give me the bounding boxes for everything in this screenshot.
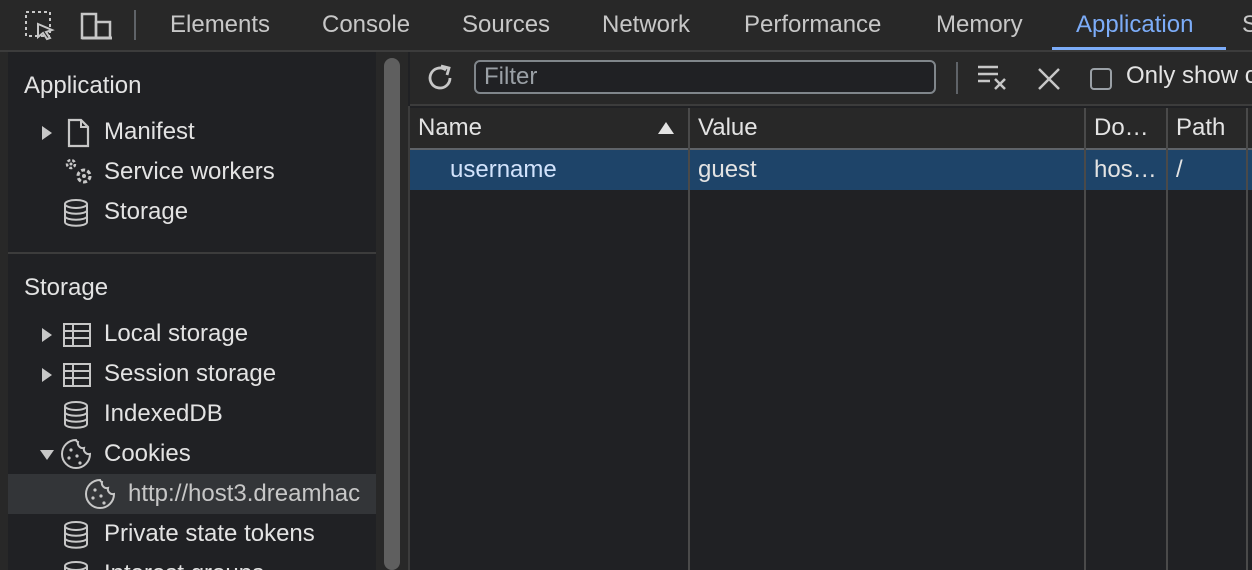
toolbar-border (410, 104, 1252, 106)
tab-performance[interactable]: Performance (744, 0, 881, 50)
column-divider[interactable] (408, 106, 410, 570)
sidebar-item-cookies[interactable]: Cookies (8, 434, 376, 474)
cell-domain[interactable]: hos… (1094, 150, 1162, 190)
column-divider[interactable] (1166, 108, 1168, 570)
database-icon (62, 400, 92, 430)
expand-arrow-icon[interactable] (42, 368, 52, 382)
toolbar-separator (134, 10, 136, 40)
tab-console[interactable]: Console (322, 0, 410, 50)
sidebar-item-label: Interest groups (104, 554, 264, 570)
column-header-path[interactable]: Path (1176, 108, 1225, 148)
gears-icon (60, 154, 96, 190)
devtools-toolbar: Elements Console Sources Network Perform… (0, 0, 1252, 51)
sidebar-item-label: Service workers (104, 158, 275, 185)
toolbar-separator (956, 62, 958, 94)
sidebar-item-private-state-tokens[interactable]: Private state tokens (8, 514, 376, 554)
sidebar-item-label: Session storage (104, 360, 277, 387)
table-icon (62, 320, 92, 350)
column-header-value[interactable]: Value (698, 108, 758, 148)
only-show-issues-label: Only show c (1126, 62, 1252, 89)
sidebar-item-label: IndexedDB (104, 400, 223, 427)
database-icon (62, 560, 92, 570)
inspect-element-icon[interactable] (24, 10, 56, 42)
collapse-arrow-icon[interactable] (40, 450, 54, 460)
column-divider[interactable] (1246, 108, 1248, 570)
sidebar-edge (0, 52, 8, 570)
database-icon (62, 520, 92, 550)
sort-ascending-icon (658, 122, 674, 134)
cell-path[interactable]: / (1176, 150, 1242, 190)
document-icon (64, 118, 94, 148)
sidebar-item-service-workers[interactable]: Service workers (8, 152, 376, 192)
sidebar-item-indexeddb[interactable]: IndexedDB (8, 394, 376, 434)
refresh-icon[interactable] (424, 62, 456, 94)
cookie-icon (84, 478, 116, 510)
section-title-application: Application (24, 72, 142, 99)
cookie-icon (60, 438, 92, 470)
tab-overflow[interactable]: S (1242, 0, 1252, 50)
tab-sources[interactable]: Sources (462, 0, 550, 50)
sidebar-scrollbar-thumb[interactable] (384, 58, 400, 570)
device-toolbar-icon[interactable] (80, 10, 114, 42)
sidebar-item-manifest[interactable]: Manifest (8, 112, 376, 152)
clear-all-icon[interactable] (976, 62, 1010, 92)
sidebar-item-label: Local storage (104, 320, 249, 347)
expand-arrow-icon[interactable] (42, 126, 52, 140)
delete-selected-icon[interactable] (1036, 66, 1062, 92)
sidebar-item-cookie-domain[interactable]: http://host3.dreamhac (8, 474, 376, 514)
column-header-domain[interactable]: Do… (1094, 108, 1149, 148)
cell-value[interactable]: guest (698, 150, 1078, 190)
only-show-issues-checkbox[interactable] (1090, 68, 1112, 90)
column-divider[interactable] (1084, 108, 1086, 570)
sidebar-item-interest-groups[interactable]: Interest groups (8, 554, 376, 570)
table-icon (62, 360, 92, 390)
tab-elements[interactable]: Elements (170, 0, 270, 50)
application-sidebar: Application Manifest Service workers Sto… (8, 52, 376, 570)
sidebar-item-label: Private state tokens (104, 520, 315, 547)
sidebar-item-label: Storage (104, 198, 189, 225)
sidebar-item-label: Manifest (104, 118, 195, 145)
sidebar-divider (8, 252, 376, 254)
filter-input[interactable] (474, 60, 936, 94)
section-title-storage: Storage (24, 274, 109, 301)
sidebar-item-session-storage[interactable]: Session storage (8, 354, 376, 394)
tab-memory[interactable]: Memory (936, 0, 1023, 50)
sidebar-item-label: http://host3.dreamhac (128, 480, 361, 507)
tab-application[interactable]: Application (1076, 0, 1193, 50)
column-header-name[interactable]: Name (418, 108, 482, 148)
tab-network[interactable]: Network (602, 0, 690, 50)
sidebar-item-storage[interactable]: Storage (8, 192, 376, 232)
database-icon (62, 198, 92, 228)
expand-arrow-icon[interactable] (42, 328, 52, 342)
cell-name[interactable]: username (450, 150, 680, 190)
column-divider[interactable] (688, 108, 690, 570)
sidebar-item-label: Cookies (104, 440, 191, 467)
sidebar-item-local-storage[interactable]: Local storage (8, 314, 376, 354)
